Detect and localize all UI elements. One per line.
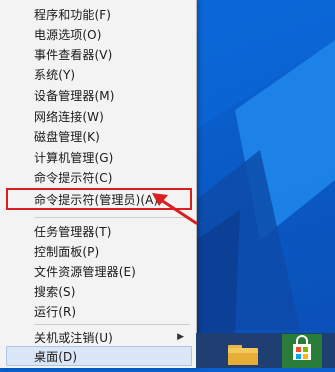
store-bag-icon (293, 335, 311, 360)
menu-item-label: 电源选项(O) (34, 27, 102, 42)
menu-item-desktop[interactable]: 桌面(D) (6, 346, 192, 366)
menu-item-label: 命令提示符(C) (34, 170, 113, 185)
menu-item-disk-management[interactable]: 磁盘管理(K) (6, 126, 192, 146)
menu-item-label: 磁盘管理(K) (34, 129, 100, 144)
red-arrow-icon (152, 193, 198, 225)
menu-item-device-manager[interactable]: 设备管理器(M) (6, 85, 192, 105)
menu-item-file-explorer[interactable]: 文件资源管理器(E) (6, 261, 192, 281)
folder-icon[interactable] (226, 340, 260, 366)
menu-item-label: 事件查看器(V) (34, 47, 113, 62)
menu-item-system[interactable]: 系统(Y) (6, 64, 192, 84)
menu-item-label: 命令提示符(管理员)(A) (34, 192, 159, 207)
menu-item-label: 运行(R) (34, 304, 77, 319)
menu-item-label: 设备管理器(M) (34, 88, 115, 103)
menu-separator (34, 324, 190, 325)
menu-item-label: 计算机管理(G) (34, 150, 114, 165)
menu-item-label: 桌面(D) (34, 349, 78, 364)
chevron-right-icon: ▶ (177, 332, 184, 342)
menu-item-label: 任务管理器(T) (34, 224, 112, 239)
menu-item-shutdown-signout[interactable]: 关机或注销(U) ▶ (6, 327, 192, 347)
menu-item-command-prompt[interactable]: 命令提示符(C) (6, 167, 192, 187)
menu-item-label: 程序和功能(F) (34, 7, 112, 22)
menu-item-power-options[interactable]: 电源选项(O) (6, 24, 192, 44)
menu-item-event-viewer[interactable]: 事件查看器(V) (6, 44, 192, 64)
menu-item-label: 控制面板(P) (34, 244, 100, 259)
menu-item-programs-features[interactable]: 程序和功能(F) (6, 4, 192, 24)
menu-item-label: 网络连接(W) (34, 109, 104, 124)
menu-item-label: 关机或注销(U) (34, 330, 113, 345)
menu-item-run[interactable]: 运行(R) (6, 301, 192, 321)
store-icon[interactable] (282, 334, 322, 368)
menu-item-label: 搜索(S) (34, 284, 76, 299)
win-x-context-menu: 程序和功能(F) 电源选项(O) 事件查看器(V) 系统(Y) 设备管理器(M)… (0, 0, 197, 368)
menu-item-network-connections[interactable]: 网络连接(W) (6, 106, 192, 126)
menu-item-search[interactable]: 搜索(S) (6, 281, 192, 301)
menu-item-label: 文件资源管理器(E) (34, 264, 136, 279)
menu-item-control-panel[interactable]: 控制面板(P) (6, 241, 192, 261)
menu-item-computer-management[interactable]: 计算机管理(G) (6, 147, 192, 167)
menu-item-label: 系统(Y) (34, 67, 76, 82)
